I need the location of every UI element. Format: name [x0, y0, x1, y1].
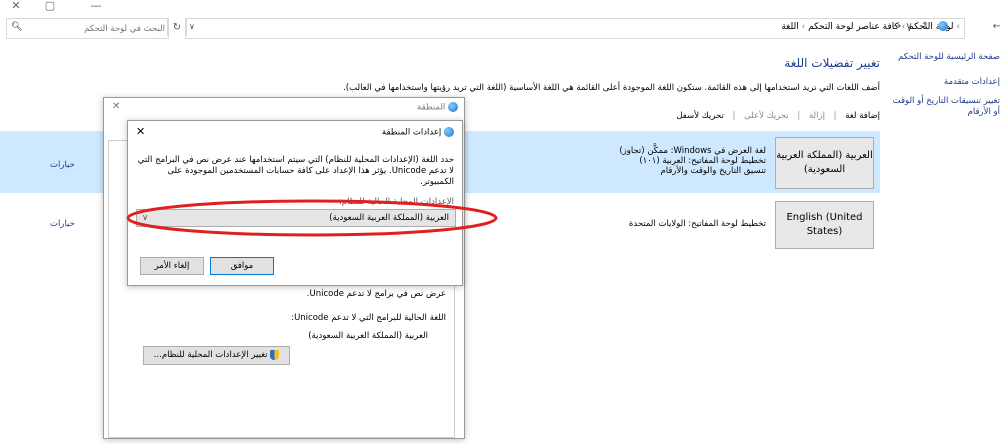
current-language-value: العربية (المملكة العربية السعودية) [308, 331, 428, 341]
back-arrow-icon[interactable]: ← [990, 20, 1000, 34]
region-dialog-close-button[interactable]: ✕ [112, 101, 120, 112]
language-toolbar: إضافة لغة | إزالة | تحريك لأعلى | تحريك … [676, 111, 880, 121]
move-up-button[interactable]: تحريك لأعلى [744, 111, 789, 121]
change-system-locale-button[interactable]: تغيير الإعدادات المحلية للنظام... [143, 346, 290, 365]
settings-description: حدد اللغة (الإعدادات المحلية للنظام) الت… [137, 155, 454, 187]
region-settings-dialog-title: إعدادات المنطقة [382, 127, 454, 138]
title-bar: ✕ ▢ — [0, 0, 1000, 16]
language-name-arabic[interactable]: العربية (المملكة العربية السعودية) [775, 137, 874, 189]
remove-button[interactable]: إزالة [809, 111, 825, 121]
options-link-english[interactable]: خيارات [50, 219, 75, 229]
search-box[interactable]: 🔍︎ [6, 18, 169, 39]
address-dropdown-icon[interactable]: ∨ [189, 22, 195, 31]
page-title: تغيير تفضيلات اللغة [784, 56, 880, 70]
globe-icon [448, 102, 458, 112]
language-details-arabic: لغة العرض في Windows: ممكَّن (تجاوز) تخط… [619, 146, 766, 176]
options-link-arabic[interactable]: خيارات [50, 160, 75, 170]
breadcrumb-all-items[interactable]: كافة عناصر لوحة التحكم [808, 22, 899, 32]
up-arrow-icon[interactable]: ↑ [918, 20, 932, 34]
breadcrumb: › لوحة التحكم › كافة عناصر لوحة التحكم ›… [781, 22, 960, 32]
sidebar-item-home[interactable]: صفحة الرئيسية للوحة التحكم [888, 52, 1000, 63]
breadcrumb-language[interactable]: اللغة [781, 22, 798, 32]
control-panel-icon [938, 21, 948, 32]
cancel-button[interactable]: إلغاء الأمر [140, 257, 204, 275]
recent-dropdown-icon[interactable]: ∨ [902, 20, 916, 34]
region-settings-close-button[interactable]: ✕ [136, 125, 145, 138]
ok-button[interactable]: موافق [210, 257, 274, 275]
sidebar-item-date-time-format[interactable]: تغيير تنسيقات التاريخ أو الوقت أو الأرقا… [888, 96, 1000, 118]
page-description: أضف اللغات التي تريد استخدامها إلى هذه ا… [343, 83, 880, 93]
unicode-text: عرض نص في برامج لا تدعم Unicode. [306, 289, 446, 299]
maximize-window-button[interactable]: ▢ [40, 0, 60, 14]
sidebar-item-advanced[interactable]: إعدادات متقدمة [888, 77, 1000, 88]
globe-icon [444, 127, 454, 137]
minimize-window-button[interactable]: — [86, 0, 106, 14]
move-down-button[interactable]: تحريك لأسفل [676, 111, 723, 121]
sidebar: صفحة الرئيسية للوحة التحكم إعدادات متقدم… [888, 52, 1000, 126]
language-details-english: تخطيط لوحة المفاتيح: الولايات المتحدة [628, 219, 766, 229]
uac-shield-icon [270, 349, 280, 360]
refresh-button[interactable]: ↻ [167, 19, 187, 36]
annotation-ellipse [126, 199, 498, 237]
region-dialog-title: المنطقة [417, 102, 458, 113]
forward-arrow-icon[interactable]: → [890, 20, 904, 34]
refresh-icon: ↻ [172, 22, 182, 33]
language-name-english[interactable]: English (United States) [775, 201, 874, 249]
add-language-button[interactable]: إضافة لغة [845, 111, 880, 121]
search-input[interactable] [27, 21, 167, 37]
close-window-button[interactable]: ✕ [6, 0, 26, 14]
current-language-label: اللغة الحالية للبرامج التي لا تدعم Unico… [291, 313, 446, 323]
search-icon: 🔍︎ [11, 22, 23, 32]
